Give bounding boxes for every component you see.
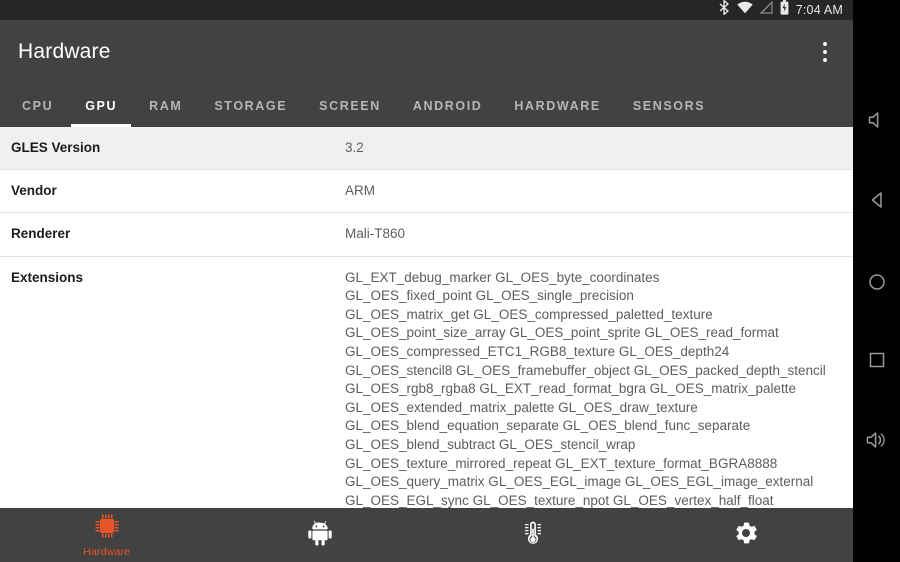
tab-label: HARDWARE xyxy=(514,98,601,113)
back-button[interactable] xyxy=(853,180,900,224)
extension-line: GL_OES_stencil8 GL_OES_framebuffer_objec… xyxy=(345,362,826,378)
chip-icon xyxy=(94,513,120,544)
bluetooth-icon xyxy=(719,0,730,20)
status-icons xyxy=(719,0,789,20)
page-title: Hardware xyxy=(18,40,111,63)
extension-line: GL_EXT_debug_marker GL_OES_byte_coordina… xyxy=(345,269,660,285)
overflow-dot xyxy=(823,42,827,46)
tab-label: CPU xyxy=(22,98,54,113)
row-value: 3.2 xyxy=(345,140,364,155)
status-bar: 7:04 AM xyxy=(0,0,853,20)
extension-line: GL_OES_rgb8_rgba8 GL_EXT_read_format_bgr… xyxy=(345,381,797,397)
app-toolbar: Hardware xyxy=(0,20,853,84)
tab-sensors[interactable]: SENSORS xyxy=(617,84,721,127)
extension-line: GL_OES_blend_subtract GL_OES_stencil_wra… xyxy=(345,437,636,452)
tab-label: ANDROID xyxy=(412,98,483,113)
extension-line: GL_OES_extended_matrix_palette GL_OES_dr… xyxy=(345,399,698,415)
battery-charging-icon xyxy=(780,0,789,20)
extensions-value: GL_EXT_debug_marker GL_OES_byte_coordina… xyxy=(345,269,839,508)
bottom-navigation: Hardware xyxy=(0,508,853,562)
system-navigation-bar xyxy=(853,0,900,562)
extension-line: GL_OES_query_matrix GL_OES_EGL_image GL_… xyxy=(345,474,814,490)
overflow-menu-button[interactable] xyxy=(811,35,839,69)
back-icon xyxy=(867,190,887,215)
bottom-nav-label: Hardware xyxy=(83,545,131,558)
extension-line: GL_OES_blend_equation_separate GL_OES_bl… xyxy=(345,418,751,434)
home-icon xyxy=(867,272,887,297)
table-row: Renderer Mali-T860 xyxy=(0,213,853,257)
tab-screen[interactable]: SCREEN xyxy=(303,84,397,127)
extension-line: GL_OES_matrix_get GL_OES_compressed_pale… xyxy=(345,306,713,322)
row-key: GLES Version xyxy=(11,140,101,155)
row-key: Vendor xyxy=(11,183,57,199)
tab-storage[interactable]: STORAGE xyxy=(198,84,303,127)
recents-icon xyxy=(867,350,887,375)
extension-line: GL_OES_point_size_array GL_OES_point_spr… xyxy=(345,325,779,341)
device-screen: 7:04 AM Hardware CPU GPU RAM STORAGE SCR… xyxy=(0,0,853,562)
tab-cpu[interactable]: CPU xyxy=(6,84,69,127)
volume-up-button[interactable] xyxy=(853,420,900,464)
status-clock: 7:04 AM xyxy=(795,3,843,17)
device-screenshot: 7:04 AM Hardware CPU GPU RAM STORAGE SCR… xyxy=(0,0,900,562)
volume-up-icon xyxy=(865,430,889,455)
overflow-dot xyxy=(823,58,827,62)
row-value: Mali-T860 xyxy=(345,226,406,242)
extension-line: GL_OES_compressed_ETC1_RGB8_texture GL_O… xyxy=(345,344,730,360)
tab-ram[interactable]: RAM xyxy=(133,84,198,127)
extension-line: GL_OES_texture_mirrored_repeat GL_EXT_te… xyxy=(345,455,778,471)
row-value: ARM xyxy=(345,183,375,199)
wifi-icon xyxy=(737,1,753,19)
tab-gpu[interactable]: GPU xyxy=(69,67,134,131)
signal-none-icon xyxy=(759,0,773,19)
table-row: Vendor ARM xyxy=(0,170,853,214)
overflow-dot xyxy=(823,50,827,54)
thermometer-icon xyxy=(520,520,546,551)
tab-label: SCREEN xyxy=(319,98,381,113)
volume-down-icon xyxy=(866,110,888,135)
tab-label: STORAGE xyxy=(214,98,288,113)
gear-icon xyxy=(733,520,759,551)
home-button[interactable] xyxy=(853,262,900,306)
row-key: Extensions xyxy=(11,269,84,285)
bottom-nav-item-hardware[interactable]: Hardware xyxy=(0,508,213,562)
table-row: GLES Version 3.2 xyxy=(0,127,853,171)
recents-button[interactable] xyxy=(853,340,900,384)
tab-hardware[interactable]: HARDWARE xyxy=(498,84,616,127)
table-row-extensions: Extensions GL_EXT_debug_marker GL_OES_by… xyxy=(0,256,853,508)
tab-android[interactable]: ANDROID xyxy=(397,84,499,127)
tab-label: SENSORS xyxy=(632,98,706,113)
gpu-info-list[interactable]: GLES Version 3.2 Vendor ARM Renderer Mal… xyxy=(0,127,853,508)
extension-line: GL_OES_fixed_point GL_OES_single_precisi… xyxy=(345,288,634,304)
tab-bar: CPU GPU RAM STORAGE SCREEN ANDROID HARDW… xyxy=(0,67,853,131)
tab-label: RAM xyxy=(149,98,183,113)
android-icon xyxy=(307,520,333,551)
bottom-nav-item-settings[interactable] xyxy=(640,508,853,562)
extension-line: GL_OES_EGL_sync GL_OES_texture_npot GL_O… xyxy=(345,492,774,508)
bottom-nav-item-temperature[interactable] xyxy=(427,508,640,562)
row-key: Renderer xyxy=(11,226,71,242)
volume-down-button[interactable] xyxy=(853,100,900,144)
bottom-nav-item-android[interactable] xyxy=(213,508,426,562)
tab-label: GPU xyxy=(85,98,118,113)
